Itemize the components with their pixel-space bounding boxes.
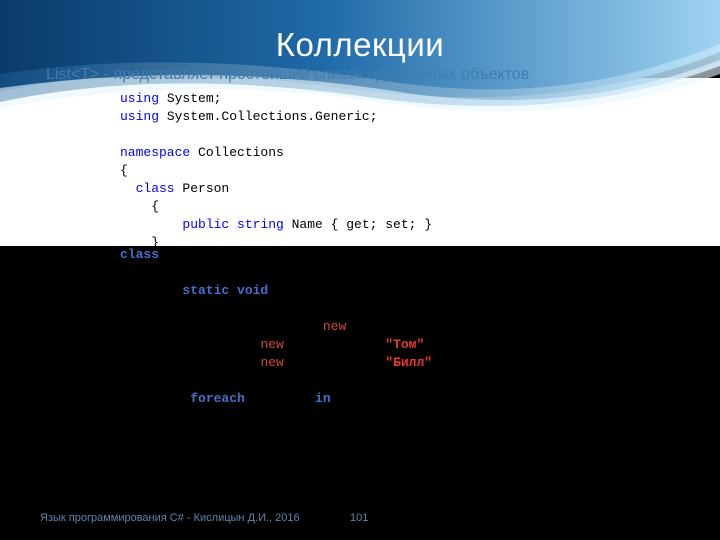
slide-subtitle: List<T> - представляет простейший список… [46,66,529,84]
footer-text: Язык программирования C# - Кислицын Д.И.… [40,512,300,524]
kw-foreach: foreach [190,391,245,406]
kw-new: new [260,355,283,370]
kw-static-void: static void [182,283,268,298]
kw-using: using [120,91,159,106]
string-literal: "Билл" [385,355,432,370]
code-block-top: using System; using System.Collections.G… [120,90,660,252]
kw-class: class [120,181,175,196]
slide-title: Коллекции [0,26,720,64]
kw-new: new [323,319,346,334]
kw-in: in [315,391,331,406]
slide: Коллекции List<T> - представляет простей… [0,0,720,540]
kw-class: class [120,247,159,262]
string-literal: "Том" [385,337,424,352]
kw-using: using [120,109,159,124]
kw-namespace: namespace [120,145,190,160]
kw-new: new [260,337,283,352]
page-number: 101 [350,512,368,524]
code-block-bottom: class static void new new "Том" new "Бил… [120,246,680,408]
kw-public-string: public string [120,217,284,232]
